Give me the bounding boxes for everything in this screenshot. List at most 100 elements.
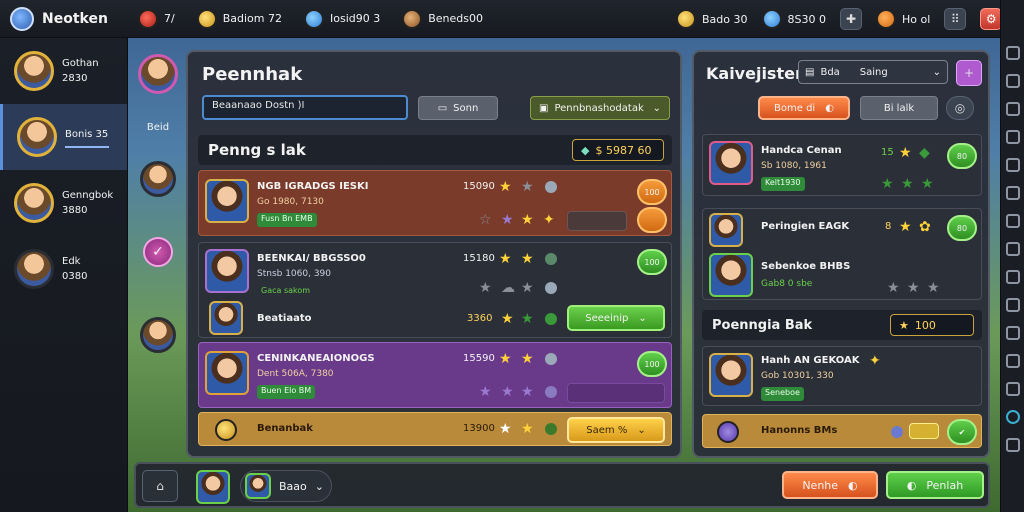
mid-avatar-top[interactable] — [138, 54, 178, 94]
hero-portrait[interactable] — [196, 470, 230, 504]
star-icon: ★ — [521, 384, 534, 400]
search-input[interactable]: Beaanaao Dostn )I — [202, 95, 408, 120]
add-button[interactable]: + — [956, 60, 982, 86]
chevron-down-icon: ⌄ — [314, 479, 324, 493]
resource-ruby[interactable]: 7/ — [138, 8, 175, 29]
nenhe-button[interactable]: Nenhe ◐ — [782, 471, 878, 499]
toolbar-icon[interactable] — [1005, 354, 1020, 368]
list-item[interactable]: Hanonns BMs ✔ — [702, 414, 982, 448]
action-button[interactable]: 80 — [947, 143, 977, 169]
info-icon[interactable]: ◎ — [946, 96, 974, 120]
hero-tab[interactable]: Baao ⌄ — [240, 470, 332, 502]
star-icon: ★ — [521, 212, 534, 228]
mid-column: Beid ✓ — [134, 50, 182, 440]
resource-shield[interactable]: Iosid90 3 — [303, 8, 380, 29]
sidebar-profile-4[interactable]: Edk 0380 — [0, 236, 127, 302]
star-icon: ◆ — [919, 145, 930, 161]
sidebar-profile-1[interactable]: Gothan 2830 — [0, 38, 127, 104]
avatar — [14, 183, 54, 223]
star-icon: ★ — [521, 280, 534, 296]
action-button[interactable]: 80 — [947, 215, 977, 241]
hero-portrait — [709, 141, 753, 185]
toolbar-icon[interactable] — [1005, 186, 1020, 200]
hero-portrait — [245, 473, 271, 499]
penlah-button[interactable]: ◐ Penlah — [886, 471, 984, 499]
toolbar-icon[interactable] — [1005, 410, 1020, 424]
resource-gold[interactable]: Badiom 72 — [196, 8, 282, 29]
mid-avatar-2[interactable] — [140, 161, 176, 197]
list-item[interactable]: Hanh AN GEKOAK ✦ Gob 10301, 330 Seneboe — [702, 346, 982, 406]
chest-icon: ▣ — [539, 102, 549, 114]
avatar — [14, 51, 54, 91]
star-icon: ★ — [899, 219, 912, 235]
bottom-bar: ⌂ Baao ⌄ Nenhe ◐ ◐ Penlah — [134, 462, 990, 508]
list-item[interactable]: Benanbak 13900 ★ ★ Saem % ⌄ — [198, 412, 672, 446]
resource-wrench[interactable]: Ho ol — [875, 9, 930, 29]
toolbar-icon[interactable] — [1005, 102, 1020, 116]
settings-gear-icon[interactable]: ⚙ — [980, 8, 1003, 30]
list-icon: ▤ — [805, 66, 815, 78]
toolbar-icon[interactable] — [1005, 130, 1020, 144]
list-item[interactable]: Handca Cenan Sb 1080, 1961 Kelt1930 15 ★… — [702, 134, 982, 196]
grid-icon[interactable]: ⠿ — [944, 8, 967, 30]
resource-gear[interactable]: 8S30 0 — [761, 9, 826, 29]
badge-icon — [545, 282, 557, 294]
sidebar-profile-2[interactable]: Bonis 35 — [0, 104, 127, 170]
action-button[interactable]: 100 — [637, 179, 667, 205]
star-icon: ★ — [479, 384, 492, 400]
brand[interactable]: Neotken — [0, 6, 128, 31]
select-button[interactable]: Saem % ⌄ — [567, 417, 665, 443]
confirm-button[interactable]: ✔ — [947, 419, 977, 445]
resource-gold-right[interactable]: Bado 30 — [676, 9, 748, 29]
star-icon: ★ — [927, 280, 940, 296]
resource-helmet[interactable]: Beneds00 — [402, 8, 483, 29]
sidebar-profile-3[interactable]: Genngbok 3880 — [0, 170, 127, 236]
refresh-icon: ◐ — [825, 102, 834, 114]
list-item[interactable]: NGB IGRADGS IESKI Go 1980, 7130 Fusn Bn … — [198, 170, 672, 236]
crosshair-icon[interactable]: ✚ — [839, 8, 862, 30]
star-icon: ★ — [907, 280, 920, 296]
toolbar-icon[interactable] — [1005, 326, 1020, 340]
helmet-icon — [402, 8, 423, 29]
sort-button[interactable]: ▭ Sonn — [418, 96, 498, 120]
progress-slot — [567, 383, 665, 403]
top-bar: Neotken 7/ Badiom 72 Iosid90 3 Beneds00 … — [0, 0, 1024, 38]
star-icon: ★ — [521, 351, 534, 367]
list-item[interactable]: BEENKAI/ BBGSSO0 Stnsb 1060, 390 Gaca sa… — [198, 242, 672, 338]
sort-select[interactable]: ▤ Bda Saing ⌄ — [798, 60, 948, 84]
secondary-action-button[interactable] — [637, 207, 667, 233]
back-arrow-icon[interactable] — [1005, 438, 1020, 452]
star-icon: ★ — [901, 176, 914, 192]
toolbar-icon[interactable] — [1005, 382, 1020, 396]
star-icon: ✦ — [869, 353, 881, 369]
select-button[interactable]: Seeeinip ⌄ — [567, 305, 665, 331]
badge-icon — [545, 353, 557, 365]
toolbar-icon[interactable] — [1005, 242, 1020, 256]
star-icon: ★ — [521, 179, 534, 195]
star-icon: ★ — [501, 311, 514, 327]
check-icon[interactable]: ✓ — [143, 237, 173, 267]
badge-icon — [545, 423, 557, 435]
gold-coin-icon — [196, 8, 217, 29]
hero-portrait — [709, 253, 753, 297]
toolbar-icon[interactable] — [1005, 74, 1020, 88]
toolbar-icon[interactable] — [1005, 158, 1020, 172]
list-item[interactable]: CENINKANEAIONOGS Dent 506A, 7380 Buen El… — [198, 342, 672, 408]
home-icon[interactable]: ⌂ — [142, 470, 178, 502]
list-item[interactable]: Peringien EAGK 8 ★ ✿ 80 Sebenkoe BHBS Ga… — [702, 208, 982, 300]
gem-icon: ◆ — [581, 143, 590, 157]
orange-action-button[interactable]: Bome di ◐ — [758, 96, 850, 120]
hero-portrait — [205, 249, 249, 293]
mid-avatar-3[interactable] — [140, 317, 176, 353]
toolbar-icon[interactable] — [1005, 46, 1020, 60]
action-button[interactable]: 100 — [637, 249, 667, 275]
filter-dropdown[interactable]: ▣ Pennbnashodatak ⌄ — [530, 96, 670, 120]
action-button[interactable]: 100 — [637, 351, 667, 377]
toolbar-icon[interactable] — [1005, 214, 1020, 228]
star-icon: ☁ — [501, 280, 515, 296]
gold-balance-pill: ◆ $ 5987 60 — [572, 139, 664, 161]
side-panel: Kaivejisten ▤ Bda Saing ⌄ + Bome di ◐ Bi… — [692, 50, 990, 458]
toolbar-icon[interactable] — [1005, 298, 1020, 312]
toolbar-icon[interactable] — [1005, 270, 1020, 284]
dark-action-button[interactable]: Bi lalk — [860, 96, 938, 120]
